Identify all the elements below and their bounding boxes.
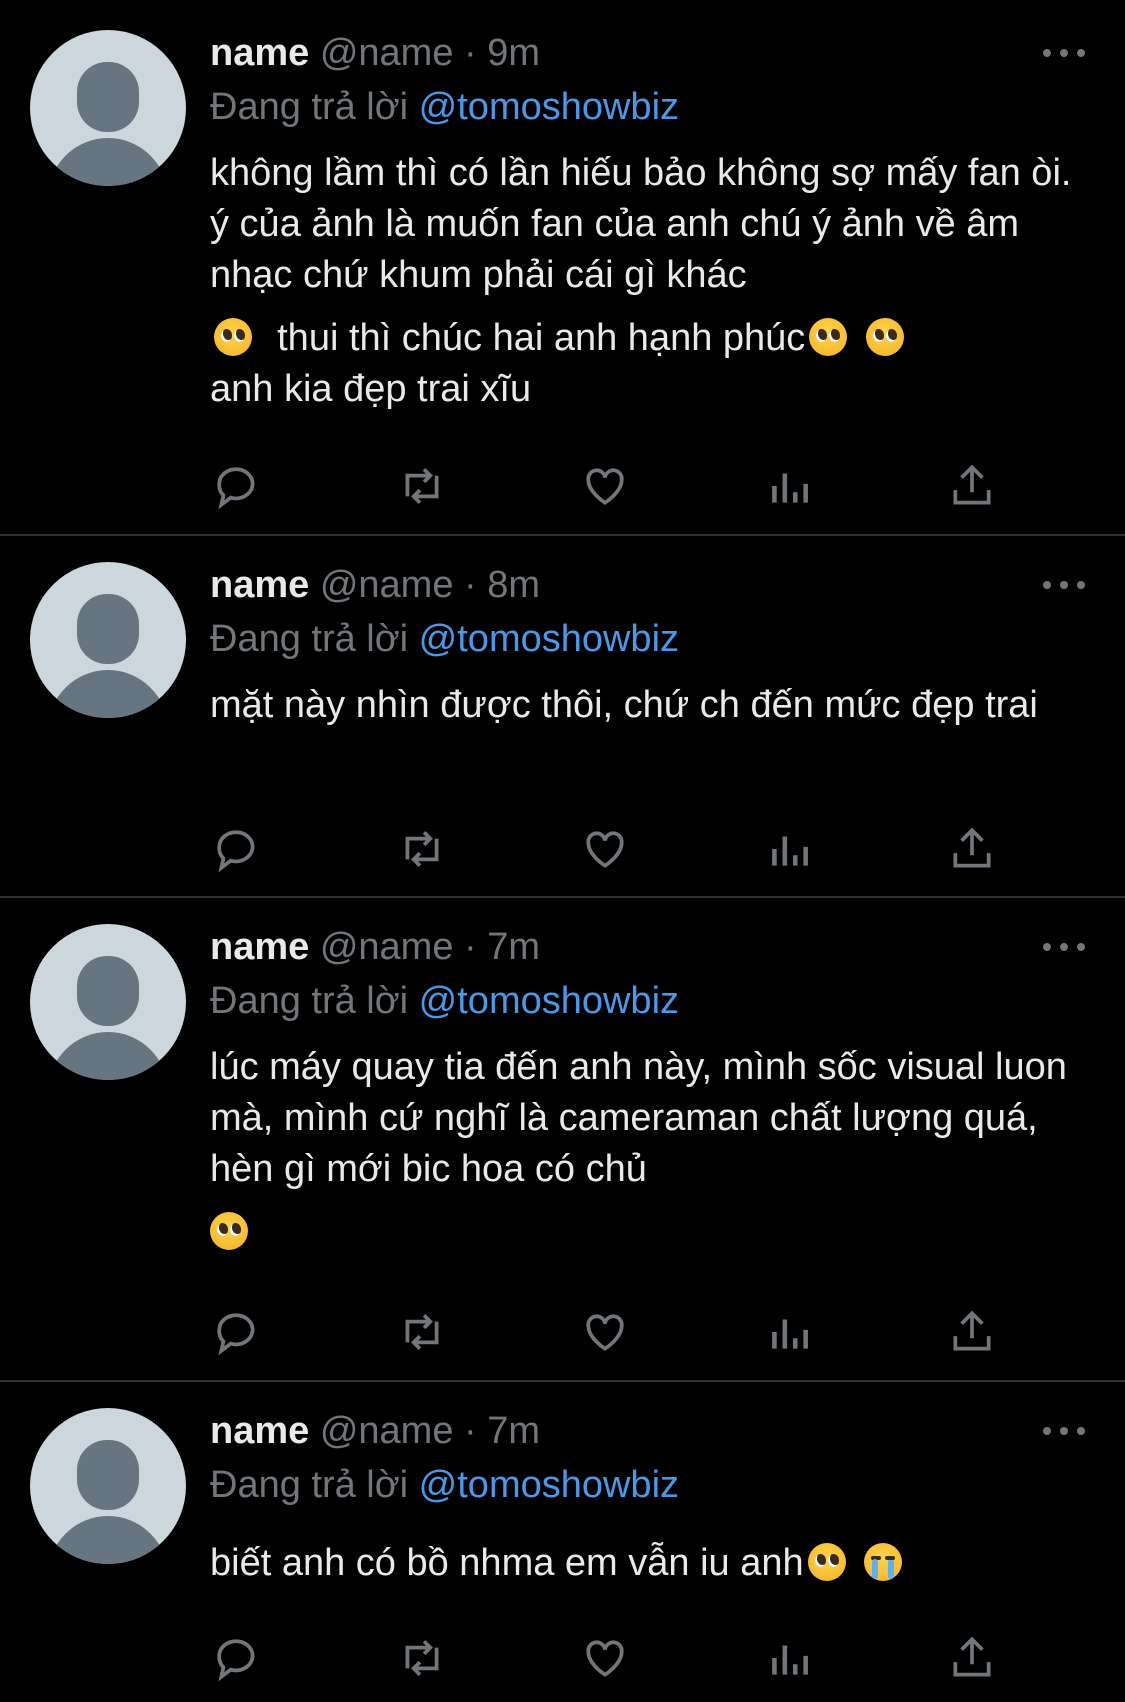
tweet-text-line <box>210 1207 1085 1258</box>
separator: · <box>464 564 477 606</box>
more-options-icon[interactable] <box>1043 26 1085 80</box>
timestamp[interactable]: 7m <box>487 1410 540 1452</box>
display-name[interactable]: name <box>210 1410 309 1452</box>
display-name[interactable]: name <box>210 564 309 606</box>
separator: · <box>464 926 477 968</box>
timestamp[interactable]: 7m <box>487 926 540 968</box>
tweet-text: lúc máy quay tia đến anh này, mình sốc v… <box>210 1042 1085 1258</box>
separator: · <box>464 1410 477 1452</box>
share-icon[interactable] <box>944 821 1000 877</box>
reply-mention[interactable]: @tomoshowbiz <box>419 618 679 660</box>
tweet-text: biết anh có bồ nhma em vẫn iu anh <box>210 1538 1085 1589</box>
tweet[interactable]: name @name · 7m Đang trả lời @tomoshowbi… <box>0 1382 1125 1702</box>
reply-icon[interactable] <box>210 821 266 877</box>
pleading-face-emoji <box>214 318 252 356</box>
avatar[interactable] <box>30 924 186 1080</box>
crying-face-emoji <box>864 1543 903 1581</box>
pleading-face-emoji <box>809 318 848 356</box>
display-name[interactable]: name <box>210 926 309 968</box>
analytics-icon[interactable] <box>761 458 817 514</box>
timestamp[interactable]: 8m <box>487 564 540 606</box>
avatar[interactable] <box>30 1408 186 1564</box>
like-icon[interactable] <box>577 458 633 514</box>
pleading-face-emoji <box>210 1212 248 1250</box>
handle: @name <box>319 926 454 968</box>
tweet-text: không lầm thì có lần hiếu bảo không sợ m… <box>210 148 1085 415</box>
analytics-icon[interactable] <box>761 821 817 877</box>
handle: @name <box>319 32 454 74</box>
pleading-face-emoji <box>865 318 904 356</box>
tweet-text-paragraph: không lầm thì có lần hiếu bảo không sợ m… <box>210 152 1072 296</box>
like-icon[interactable] <box>577 1304 633 1360</box>
reply-mention[interactable]: @tomoshowbiz <box>419 1464 679 1506</box>
reply-mention[interactable]: @tomoshowbiz <box>419 980 679 1022</box>
pleading-face-emoji <box>807 1543 846 1581</box>
action-bar <box>210 1304 1000 1360</box>
share-icon[interactable] <box>944 458 1000 514</box>
retweet-icon[interactable] <box>394 1304 450 1360</box>
reply-icon[interactable] <box>210 458 266 514</box>
reply-prefix: Đang trả lời <box>210 86 409 128</box>
action-bar <box>210 458 1000 514</box>
retweet-icon[interactable] <box>394 458 450 514</box>
reply-prefix: Đang trả lời <box>210 980 409 1022</box>
reply-prefix: Đang trả lời <box>210 618 409 660</box>
reply-mention[interactable]: @tomoshowbiz <box>419 86 679 128</box>
tweet-text-line: biết anh có bồ nhma em vẫn iu anh <box>210 1538 1085 1589</box>
tweet-text-line: thui thì chúc hai anh hạnh phúc <box>210 313 1085 364</box>
share-icon[interactable] <box>944 1630 1000 1686</box>
action-bar <box>210 821 1000 877</box>
more-options-icon[interactable] <box>1043 558 1085 612</box>
avatar[interactable] <box>30 30 186 186</box>
analytics-icon[interactable] <box>761 1630 817 1686</box>
avatar[interactable] <box>30 562 186 718</box>
more-options-icon[interactable] <box>1043 1404 1085 1458</box>
handle: @name <box>319 564 454 606</box>
timestamp[interactable]: 9m <box>487 32 540 74</box>
tweet-text-paragraph: mặt này nhìn được thôi, chứ ch đến mức đ… <box>210 684 1038 726</box>
retweet-icon[interactable] <box>394 821 450 877</box>
tweet-text-paragraph: lúc máy quay tia đến anh này, mình sốc v… <box>210 1046 1067 1190</box>
retweet-icon[interactable] <box>394 1630 450 1686</box>
action-bar <box>210 1630 1000 1686</box>
reply-icon[interactable] <box>210 1304 266 1360</box>
share-icon[interactable] <box>944 1304 1000 1360</box>
tweet[interactable]: name @name · 7m Đang trả lời @tomoshowbi… <box>0 898 1125 1382</box>
tweet-text-paragraph: thui thì chúc hai anh hạnh phúc <box>277 317 806 359</box>
tweet[interactable]: name @name · 9m Đang trả lời @tomoshowbi… <box>0 0 1125 536</box>
analytics-icon[interactable] <box>761 1304 817 1360</box>
tweet-text-paragraph: anh kia đẹp trai xĩu <box>210 368 532 410</box>
handle: @name <box>319 1410 454 1452</box>
separator: · <box>464 32 477 74</box>
tweet-text: mặt này nhìn được thôi, chứ ch đến mức đ… <box>210 680 1085 731</box>
reply-prefix: Đang trả lời <box>210 1464 409 1506</box>
like-icon[interactable] <box>577 1630 633 1686</box>
tweet[interactable]: name @name · 8m Đang trả lời @tomoshowbi… <box>0 536 1125 898</box>
more-options-icon[interactable] <box>1043 920 1085 974</box>
tweet-text-paragraph: biết anh có bồ nhma em vẫn iu anh <box>210 1542 804 1584</box>
display-name[interactable]: name <box>210 32 309 74</box>
like-icon[interactable] <box>577 821 633 877</box>
reply-icon[interactable] <box>210 1630 266 1686</box>
